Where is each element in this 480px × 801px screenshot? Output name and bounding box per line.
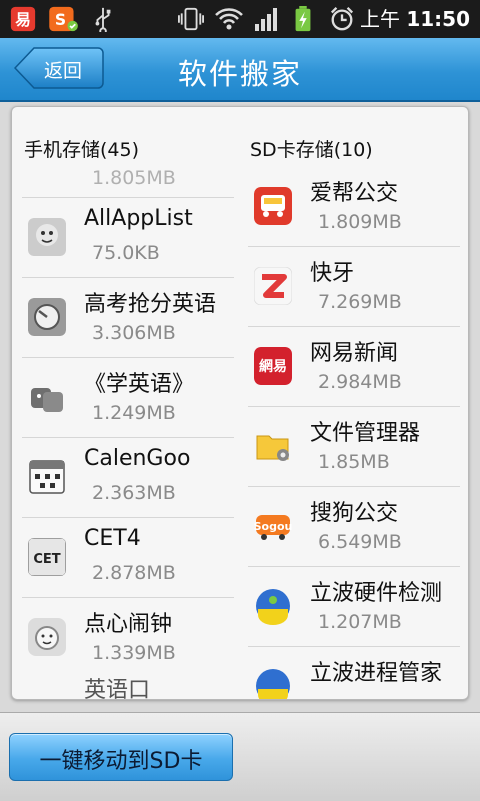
- list-item[interactable]: 爱帮公交 1.809MB: [248, 167, 460, 246]
- app-size: 1.85MB: [318, 451, 390, 473]
- app-name: 点心闹钟: [84, 612, 173, 637]
- alarm-icon: [330, 7, 354, 31]
- bottom-bar: 一键移动到SD卡: [0, 712, 480, 801]
- yi-app-icon: 易: [10, 6, 36, 32]
- list-item[interactable]: 《学英语》 1.249MB: [22, 357, 234, 437]
- gaokao-english-icon: [28, 298, 66, 336]
- move-all-to-sd-button[interactable]: 一键移动到SD卡: [9, 733, 233, 781]
- page-title: 软件搬家: [177, 57, 302, 91]
- list-item[interactable]: 点心闹钟 1.339MB: [22, 597, 234, 677]
- vibrate-icon: [178, 7, 204, 31]
- sd-storage-list: 爱帮公交 1.809MB 快牙 7.269MB 網易 网易新闻 2.984MB: [248, 167, 460, 699]
- svg-text:Sogou: Sogou: [254, 520, 292, 533]
- list-item[interactable]: CET CET4 2.878MB: [22, 517, 234, 597]
- list-item[interactable]: 高考抢分英语 3.306MB: [22, 277, 234, 357]
- calengoo-icon: [29, 460, 65, 494]
- cet4-icon: CET: [28, 538, 66, 576]
- usb-icon: [95, 7, 111, 32]
- storage-panel: 手机存储(45) 1.805MB AllAppList 75.0KB 高考抢分英…: [11, 106, 469, 700]
- learn-english-icon: [31, 388, 63, 412]
- app-name: 爱帮公交: [310, 181, 399, 206]
- file-manager-icon: [256, 435, 289, 461]
- list-item[interactable]: Sogou 搜狗公交 6.549MB: [248, 486, 460, 566]
- app-name: 快牙: [310, 261, 355, 286]
- sd-storage-column[interactable]: SD卡存储(10) 爱帮公交 1.809MB 快牙 7.269MB 網易 网易新…: [248, 107, 468, 699]
- signal-icon: [255, 8, 277, 31]
- app-size: 6.549MB: [318, 531, 402, 553]
- app-size: 2.363MB: [92, 482, 176, 504]
- app-size: 2.878MB: [92, 562, 176, 584]
- list-item[interactable]: 立波硬件检测 1.207MB: [248, 566, 460, 646]
- app-name: 立波进程管家: [310, 661, 443, 686]
- svg-text:S: S: [55, 11, 66, 29]
- phone-storage-header: 手机存储(45): [24, 139, 140, 161]
- dianxin-clock-icon: [28, 618, 66, 656]
- app-name: 高考抢分英语: [84, 292, 217, 317]
- sd-storage-header: SD卡存储(10): [250, 139, 373, 161]
- svg-text:易: 易: [15, 11, 31, 29]
- sogou-input-icon: S: [49, 6, 78, 32]
- list-item[interactable]: 立波进程管家: [248, 646, 460, 699]
- wifi-icon: [215, 8, 243, 30]
- app-size: 1.339MB: [92, 642, 176, 664]
- libo-process-icon: [256, 669, 290, 699]
- app-size: 2.984MB: [318, 371, 402, 393]
- app-size: 3.306MB: [92, 322, 176, 344]
- list-item[interactable]: AllAppList 75.0KB: [22, 197, 234, 277]
- partial-list-item-size: 1.805MB: [92, 167, 176, 189]
- list-item[interactable]: 快牙 7.269MB: [248, 246, 460, 326]
- svg-text:網易: 網易: [259, 358, 287, 375]
- app-name: 立波硬件检测: [310, 581, 443, 606]
- partial-list-item-name: 英语口: [84, 678, 151, 699]
- app-name: 《学英语》: [84, 372, 195, 397]
- kuaiya-icon: [254, 267, 292, 305]
- move-all-to-sd-label: 一键移动到SD卡: [39, 749, 203, 774]
- app-size: 7.269MB: [318, 291, 402, 313]
- app-name: CET4: [84, 526, 141, 551]
- app-size: 1.809MB: [318, 211, 402, 233]
- aibang-bus-icon: [254, 187, 292, 225]
- clock: 上午 11:50: [360, 6, 470, 32]
- sogou-bus-icon: Sogou: [254, 515, 292, 540]
- app-name: AllAppList: [84, 206, 193, 231]
- libo-hardware-icon: [256, 589, 290, 625]
- app-size: 1.207MB: [318, 611, 402, 633]
- phone-storage-list: AllAppList 75.0KB 高考抢分英语 3.306MB 《学英语》 1…: [22, 197, 234, 677]
- phone-storage-column[interactable]: 手机存储(45) 1.805MB AllAppList 75.0KB 高考抢分英…: [22, 107, 242, 699]
- allapplist-icon: [28, 218, 66, 256]
- time-prefix: 上午: [359, 7, 400, 31]
- svg-text:CET: CET: [33, 552, 60, 567]
- title-bar: 返回 软件搬家: [0, 38, 480, 102]
- app-size: 75.0KB: [92, 242, 160, 264]
- netease-news-icon: 網易: [254, 347, 292, 385]
- app-name: CalenGoo: [84, 446, 191, 471]
- app-size: 1.249MB: [92, 402, 176, 424]
- list-item[interactable]: 網易 网易新闻 2.984MB: [248, 326, 460, 406]
- app-name: 网易新闻: [310, 341, 399, 366]
- time-value: 11:50: [406, 7, 470, 31]
- app-name: 搜狗公交: [310, 501, 399, 526]
- status-bar: 易 S 上午 11:50: [0, 0, 480, 38]
- app-name: 文件管理器: [310, 421, 421, 446]
- list-item[interactable]: CalenGoo 2.363MB: [22, 437, 234, 517]
- battery-charging-icon: [295, 6, 311, 32]
- list-item[interactable]: 文件管理器 1.85MB: [248, 406, 460, 486]
